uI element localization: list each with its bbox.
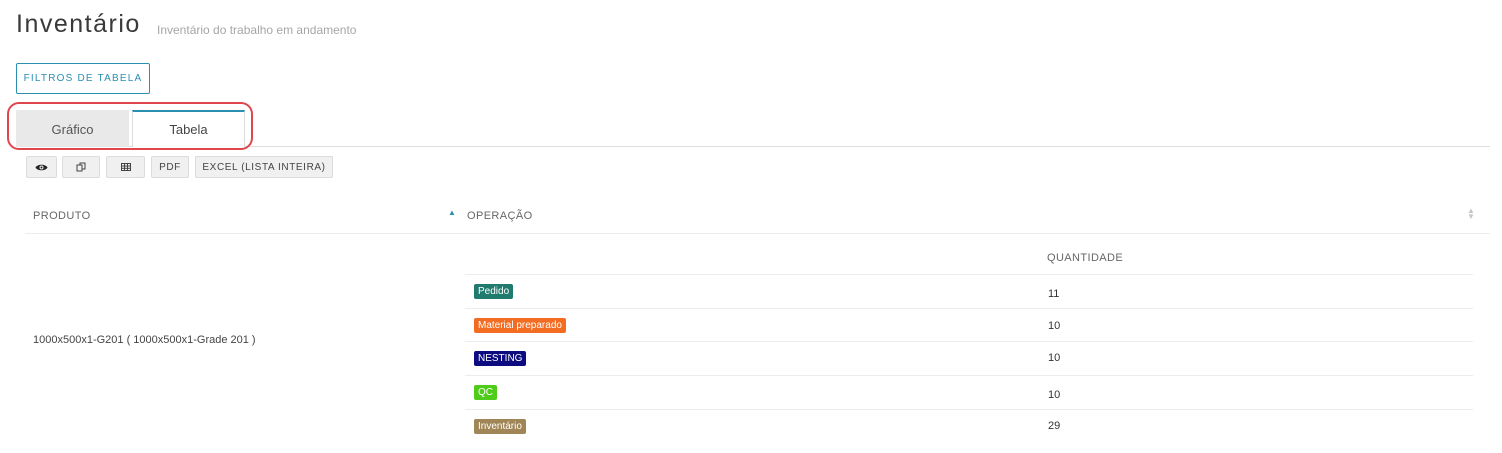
operation-badge-pedido: Pedido	[474, 284, 514, 299]
quantity-value: 10	[1048, 389, 1061, 401]
sort-ascending-icon[interactable]: ▲	[448, 208, 456, 217]
excel-button[interactable]: EXCEL (LISTA INTEIRA)	[195, 156, 333, 178]
product-name: 1000x500x1-G201 ( 1000x500x1-Grade 201 )	[33, 334, 256, 346]
column-visibility-button[interactable]	[26, 156, 57, 178]
row-divider	[465, 341, 1473, 342]
tab-grafico[interactable]: Gráfico	[16, 110, 129, 147]
sub-table-divider	[465, 274, 1473, 275]
quantity-value: 10	[1048, 320, 1061, 332]
pdf-button[interactable]: PDF	[151, 156, 189, 178]
page-title: Inventário	[16, 10, 141, 38]
quantity-value: 10	[1048, 352, 1061, 364]
operation-badge-inventario: Inventário	[474, 419, 526, 434]
quantity-value: 29	[1048, 420, 1061, 432]
table-icon	[120, 163, 131, 171]
copy-icon	[76, 162, 86, 172]
column-header-operacao[interactable]: OPERAÇÃO	[467, 210, 533, 222]
operation-badge-material-preparado: Material preparado	[474, 318, 566, 333]
quantity-column-header: QUANTIDADE	[1047, 252, 1124, 264]
operation-badge-nesting: NESTING	[474, 351, 527, 366]
eye-icon	[35, 164, 48, 170]
column-header-produto[interactable]: PRODUTO	[33, 210, 91, 222]
row-divider	[465, 308, 1473, 309]
row-divider	[465, 375, 1473, 376]
tab-tabela[interactable]: Tabela	[132, 110, 245, 147]
page-subtitle: Inventário do trabalho em andamento	[157, 23, 357, 37]
copy-button[interactable]	[62, 156, 100, 178]
header-divider	[25, 233, 1490, 234]
sort-icon[interactable]: ▲ ▼	[1467, 207, 1475, 221]
csv-button[interactable]	[106, 156, 145, 178]
table-filters-button[interactable]: FILTROS DE TABELA	[16, 63, 150, 94]
row-divider	[465, 409, 1473, 410]
operation-badge-qc: QC	[474, 385, 497, 400]
quantity-value: 11	[1048, 288, 1060, 300]
